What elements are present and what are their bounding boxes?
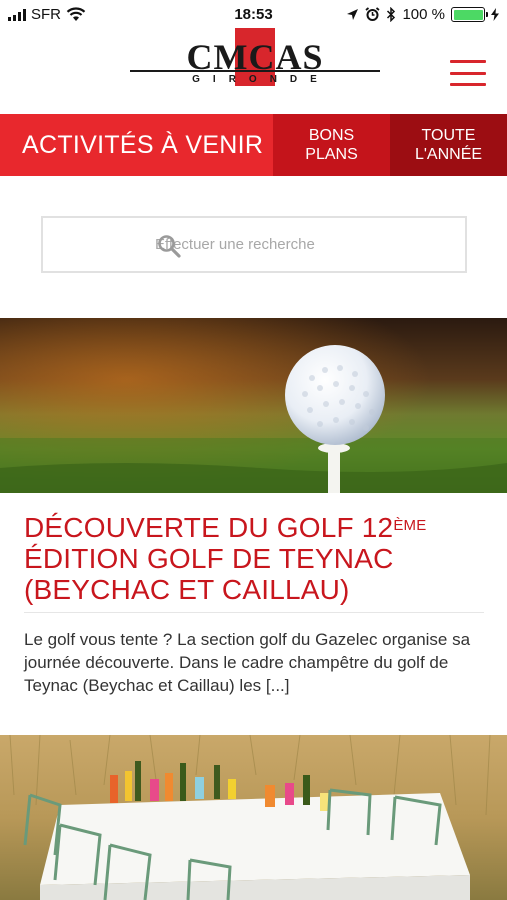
article-excerpt: Le golf vous tente ? La section golf du … bbox=[24, 630, 471, 695]
logo-rule bbox=[130, 70, 380, 72]
article-title-line1: DÉCOUVERTE DU GOLF 12 bbox=[24, 512, 394, 543]
tab-bons-plans-label: BONS PLANS bbox=[305, 127, 358, 163]
status-right: 100 % bbox=[346, 6, 499, 23]
battery-percent: 100 % bbox=[402, 6, 445, 23]
site-header: CMCAS GIRONDE bbox=[0, 28, 507, 114]
article-picnic-image[interactable] bbox=[0, 735, 507, 900]
article-title[interactable]: DÉCOUVERTE DU GOLF 12ÈME ÉDITION GOLF DE… bbox=[24, 512, 484, 605]
article-title-ordinal: ÈME bbox=[393, 517, 427, 534]
location-icon bbox=[347, 9, 359, 20]
article-golf-image[interactable] bbox=[0, 318, 507, 493]
logo-subtitle: GIRONDE bbox=[192, 74, 330, 85]
cmcas-logo[interactable]: CMCAS GIRONDE bbox=[130, 28, 380, 92]
article-divider bbox=[24, 612, 484, 613]
tab-activites-a-venir[interactable]: ACTIVITÉS À VENIR bbox=[0, 114, 273, 176]
search-input[interactable] bbox=[155, 236, 415, 253]
battery-level-fill bbox=[453, 9, 483, 20]
battery-icon bbox=[451, 7, 488, 22]
charging-icon bbox=[491, 8, 499, 21]
category-nav: ACTIVITÉS À VENIR BONS PLANS TOUTE L'ANN… bbox=[0, 114, 507, 176]
tab-toute-annee[interactable]: TOUTE L'ANNÉE bbox=[390, 114, 507, 176]
tab-toute-annee-label: TOUTE L'ANNÉE bbox=[414, 127, 483, 163]
status-bar: SFR 18:53 100 % bbox=[0, 0, 507, 30]
search-box bbox=[41, 216, 467, 273]
alarm-icon bbox=[365, 7, 381, 21]
tab-bons-plans[interactable]: BONS PLANS bbox=[273, 114, 390, 176]
search-icon[interactable] bbox=[157, 234, 181, 258]
golf-ball-photo bbox=[0, 318, 507, 493]
hamburger-icon[interactable] bbox=[450, 60, 486, 86]
bluetooth-icon bbox=[387, 7, 396, 22]
article-title-rest: ÉDITION GOLF DE TEYNAC (BEYCHAC ET CAILL… bbox=[24, 543, 394, 605]
picnic-table-photo bbox=[0, 735, 507, 900]
